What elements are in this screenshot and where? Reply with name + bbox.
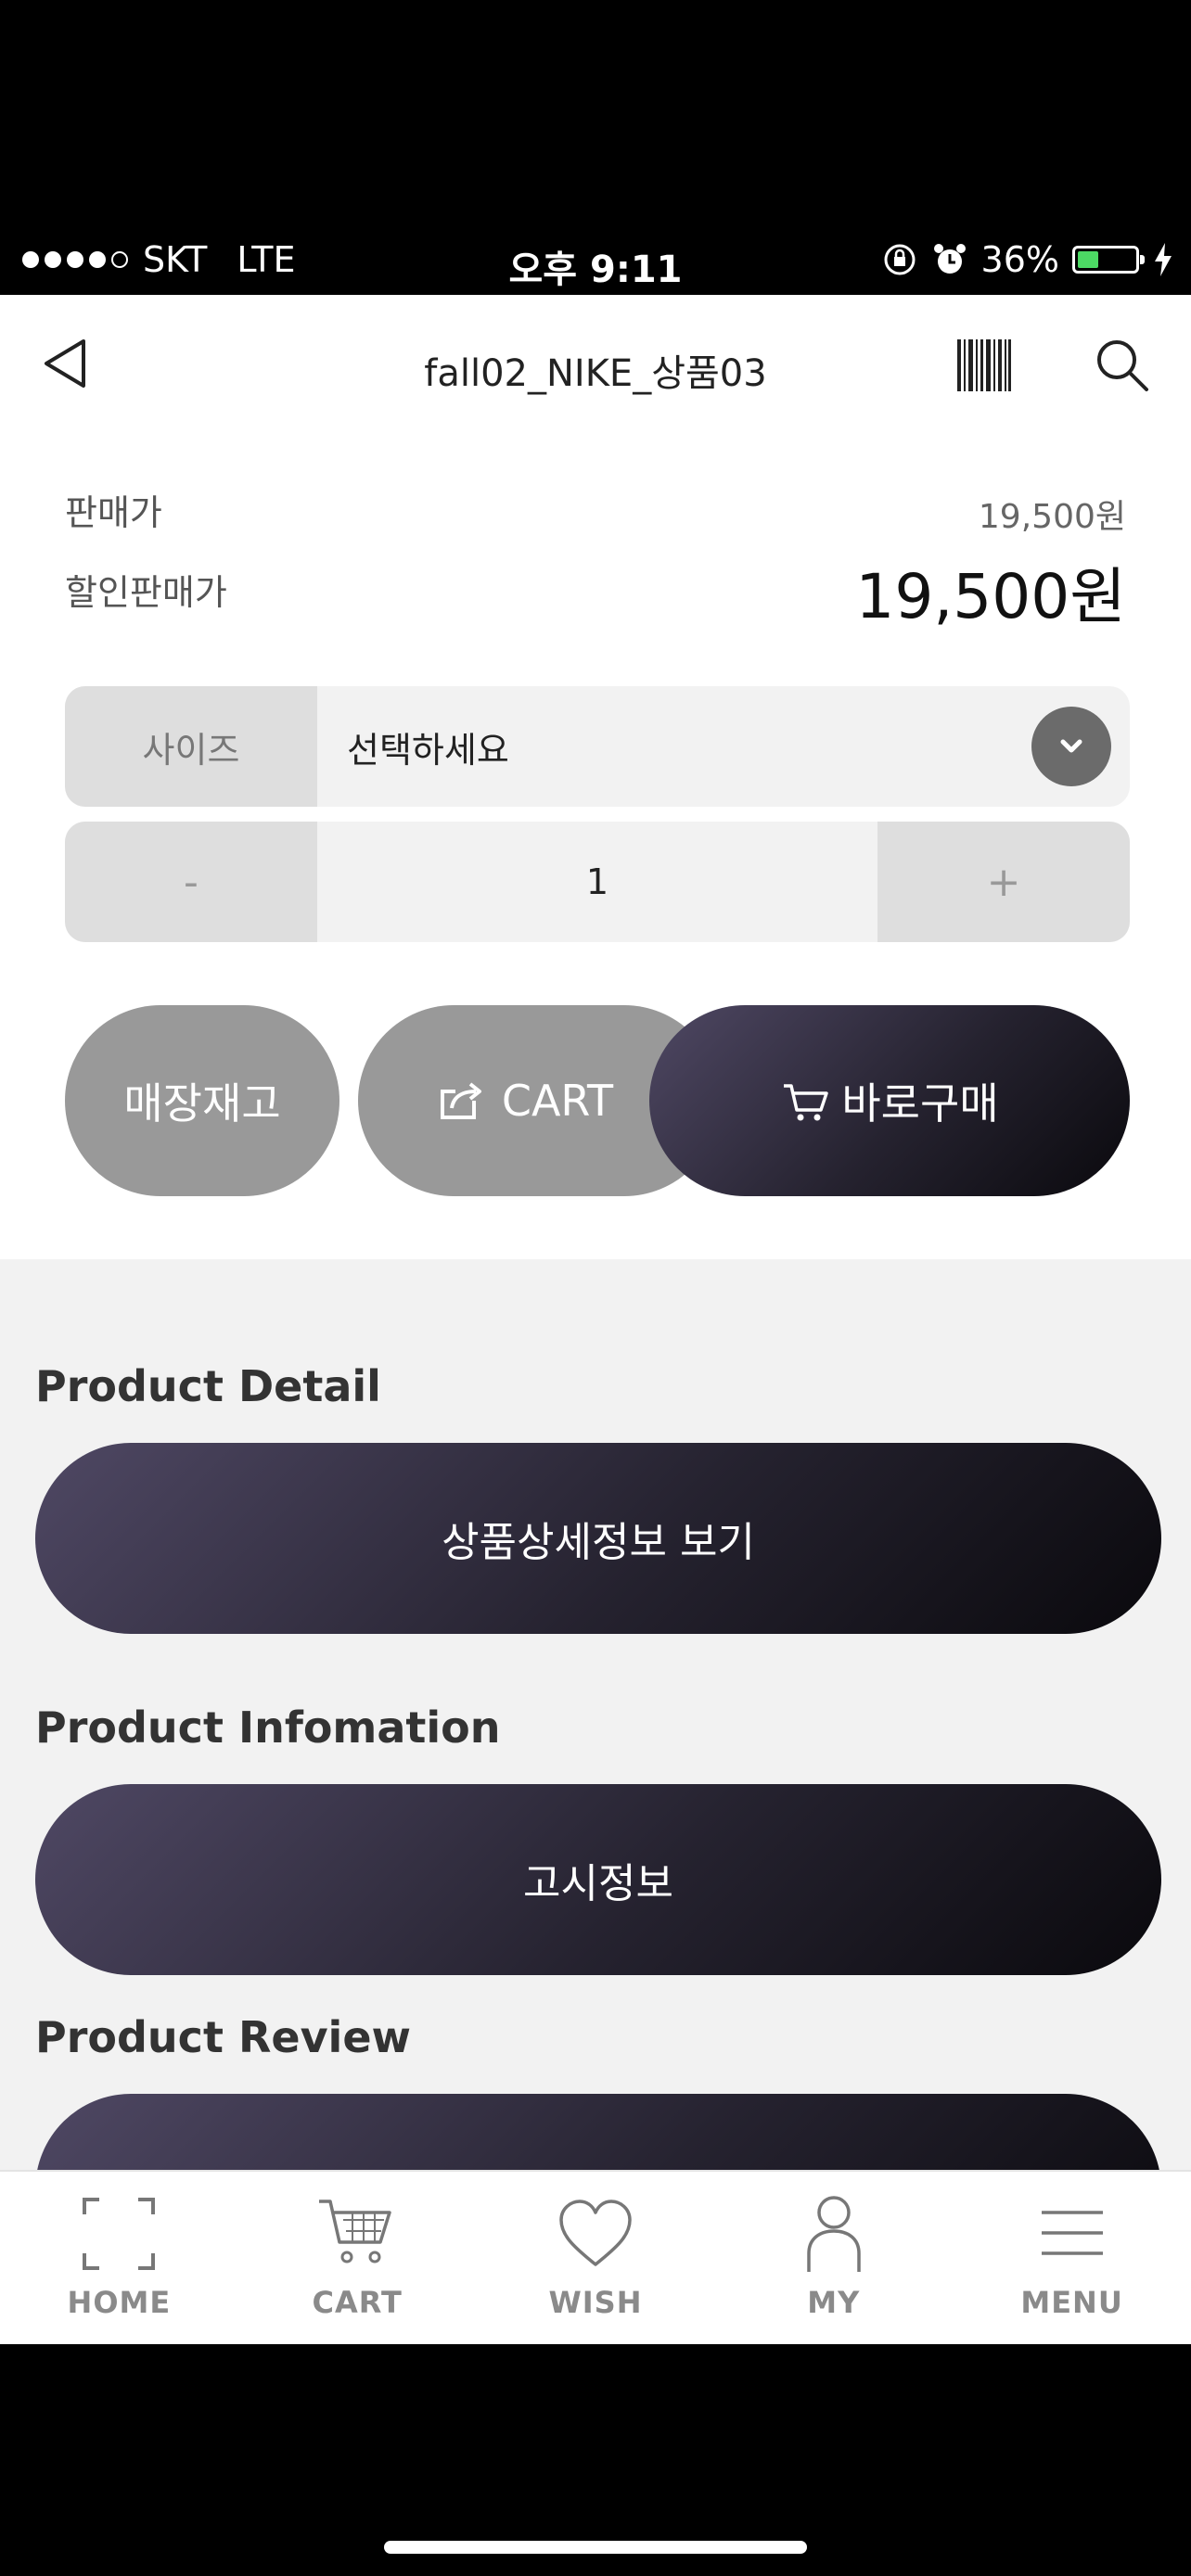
store-stock-label: 매장재고 [123, 1078, 281, 1129]
tab-home-label: HOME [67, 2285, 172, 2320]
tab-my-label: MY [807, 2285, 861, 2320]
home-indicator[interactable] [384, 2541, 807, 2554]
tab-cart[interactable]: CART [238, 2172, 477, 2344]
quantity-plus-button[interactable]: + [877, 822, 1130, 942]
cart-icon [784, 1084, 829, 1121]
person-icon [807, 2196, 861, 2272]
product-page: fall02_NIKE_상품03 판매가 19,500원 할인판매가 19,50… [0, 295, 1191, 2344]
battery-icon [1072, 246, 1145, 274]
notice-info-label: 고시정보 [523, 1860, 673, 1907]
barcode-icon[interactable] [955, 338, 1013, 393]
battery-percent: 36% [980, 239, 1059, 280]
discount-price-label: 할인판매가 [65, 572, 227, 613]
cart-button-label: CART [501, 1076, 614, 1126]
heart-icon [559, 2200, 632, 2266]
share-icon [440, 1082, 481, 1119]
quantity-value[interactable]: 1 [317, 822, 877, 942]
tab-my[interactable]: MY [714, 2172, 953, 2344]
section-title-detail: Product Detail [35, 1361, 381, 1411]
tab-wish[interactable]: WISH [477, 2172, 715, 2344]
tab-wish-label: WISH [548, 2285, 643, 2320]
status-right: 36% [881, 239, 1174, 280]
sale-price-label: 판매가 [65, 492, 162, 533]
tab-cart-label: CART [312, 2285, 403, 2320]
product-detail-button[interactable]: 상품상세정보 보기 [35, 1443, 1161, 1634]
status-bar: SKT LTE 오후 9:11 36% [0, 0, 1191, 295]
cart-icon [319, 2200, 391, 2264]
buy-now-label: 바로구매 [841, 1078, 999, 1129]
buy-now-button[interactable]: 바로구매 [649, 1005, 1130, 1196]
section-title-review: Product Review [35, 2012, 412, 2062]
size-label: 사이즈 [65, 686, 317, 807]
size-dropdown-button[interactable] [1031, 707, 1111, 786]
size-value[interactable]: 선택하세요 [317, 686, 1031, 807]
charging-bolt-icon [1155, 243, 1172, 276]
search-icon[interactable] [1093, 336, 1150, 393]
orientation-lock-icon [884, 244, 916, 275]
sale-price-value: 19,500원 [978, 498, 1126, 536]
quantity-stepper: - 1 + [65, 822, 1130, 942]
quantity-minus-button[interactable]: - [65, 822, 317, 942]
store-stock-button[interactable]: 매장재고 [65, 1005, 339, 1196]
notice-info-button[interactable]: 고시정보 [35, 1784, 1161, 1975]
menu-icon [1041, 2211, 1103, 2255]
product-detail-label: 상품상세정보 보기 [442, 1519, 755, 1566]
chevron-down-icon [1060, 739, 1082, 753]
section-title-information: Product Infomation [35, 1702, 501, 1753]
bottom-tab-bar: HOME CART WISH MY MENU [0, 2170, 1191, 2344]
alarm-icon [933, 244, 966, 274]
home-frame-icon [83, 2198, 156, 2270]
tab-menu-label: MENU [1020, 2285, 1123, 2320]
app-header: fall02_NIKE_상품03 [0, 295, 1191, 434]
tab-menu[interactable]: MENU [953, 2172, 1191, 2344]
size-select[interactable]: 사이즈 선택하세요 [65, 686, 1130, 807]
tab-home[interactable]: HOME [0, 2172, 238, 2344]
discount-price-value: 19,500원 [855, 561, 1126, 632]
